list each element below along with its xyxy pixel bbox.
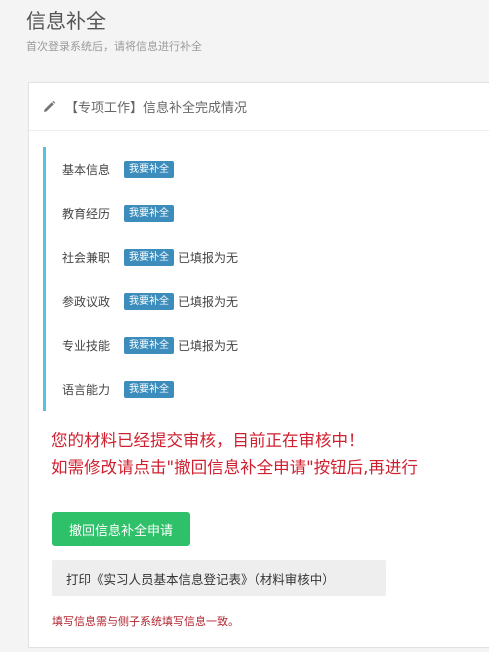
complete-badge-button[interactable]: 我要补全 bbox=[124, 160, 174, 178]
info-completion-panel: 【专项工作】信息补全完成情况 基本信息 我要补全 教育经历 我要补全 社会兼职 … bbox=[28, 82, 489, 648]
revoke-application-button[interactable]: 撤回信息补全申请 bbox=[52, 512, 190, 546]
info-label: 教育经历 bbox=[62, 206, 111, 221]
notice-line: 如需修改请点击"撤回信息补全申请"按钮后,再进行 bbox=[51, 458, 418, 477]
status-text: 已填报为无 bbox=[178, 338, 239, 353]
print-form-button[interactable]: 打印《实习人员基本信息登记表》（材料审核中） bbox=[52, 560, 386, 596]
complete-badge-button[interactable]: 我要补全 bbox=[124, 292, 174, 310]
complete-badge-button[interactable]: 我要补全 bbox=[124, 204, 174, 222]
list-item: 教育经历 我要补全 bbox=[46, 191, 343, 235]
complete-badge-button[interactable]: 我要补全 bbox=[124, 380, 174, 398]
complete-badge-button[interactable]: 我要补全 bbox=[124, 248, 174, 266]
info-label: 语言能力 bbox=[62, 382, 111, 397]
list-item: 社会兼职 我要补全 已填报为无 bbox=[46, 235, 343, 279]
footnote: 填写信息需与侧子系统填写信息一致。 bbox=[52, 615, 239, 628]
panel-title: 【专项工作】信息补全完成情况 bbox=[65, 101, 248, 116]
page-header: 信息补全 首次登录系统后，请将信息进行补全 bbox=[26, 6, 202, 54]
list-item: 语言能力 我要补全 bbox=[46, 367, 343, 411]
info-label: 参政议政 bbox=[62, 294, 111, 309]
info-label: 社会兼职 bbox=[62, 250, 111, 265]
list-item: 基本信息 我要补全 bbox=[46, 147, 343, 191]
page-subtitle: 首次登录系统后，请将信息进行补全 bbox=[26, 40, 202, 53]
status-text: 已填报为无 bbox=[178, 250, 239, 265]
list-item: 参政议政 我要补全 已填报为无 bbox=[46, 279, 343, 323]
page-title: 信息补全 bbox=[26, 9, 106, 33]
info-status-list: 基本信息 我要补全 教育经历 我要补全 社会兼职 我要补全 已填报为无 参政议政… bbox=[43, 147, 343, 411]
complete-badge-button[interactable]: 我要补全 bbox=[124, 336, 174, 354]
info-label: 基本信息 bbox=[62, 162, 111, 177]
notice-line: 您的材料已经提交审核，目前正在审核中！ bbox=[51, 431, 365, 450]
review-notice: 您的材料已经提交审核，目前正在审核中！ 如需修改请点击"撤回信息补全申请"按钮后… bbox=[51, 427, 489, 481]
info-label: 专业技能 bbox=[62, 338, 111, 353]
panel-header: 【专项工作】信息补全完成情况 bbox=[29, 83, 489, 131]
pencil-icon bbox=[41, 99, 57, 115]
list-item: 专业技能 我要补全 已填报为无 bbox=[46, 323, 343, 367]
status-text: 已填报为无 bbox=[178, 294, 239, 309]
